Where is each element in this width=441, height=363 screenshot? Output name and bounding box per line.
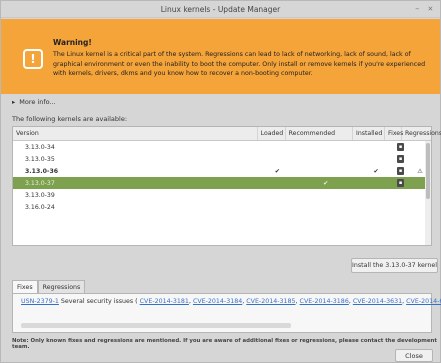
row-version: 3.13.0-37	[25, 179, 55, 187]
table-row[interactable]: 3.16.0-24	[13, 201, 431, 213]
fixes-horizontal-scrollbar[interactable]	[21, 323, 291, 328]
fixes-list-icon: ▪	[397, 167, 405, 175]
header-loaded[interactable]: Loaded	[258, 127, 286, 140]
window-title: Linux kernels - Update Manager	[160, 4, 281, 14]
table-row[interactable]: 3.13.0-34 ▪	[13, 141, 431, 153]
tab-fixes[interactable]: Fixes	[12, 280, 38, 293]
minimize-icon[interactable]: –	[415, 4, 419, 13]
cve-link[interactable]: CVE-2014-3631	[353, 298, 402, 305]
table-row[interactable]: 3.13.0-37 ✔ ▪	[13, 177, 431, 189]
more-info-label: More info...	[19, 98, 56, 106]
installed-check-icon: ✔	[373, 167, 379, 175]
fixes-icon: ▪	[392, 155, 409, 163]
cve-link[interactable]: CVE-2014-6410	[406, 298, 441, 305]
table-row[interactable]: 3.13.0-36 ✔ ✔ ▪ ⚠	[13, 165, 431, 177]
install-kernel-button[interactable]: Install the 3.13.0-37 kernel	[351, 258, 438, 273]
recommended-check-icon: ✔	[323, 179, 329, 187]
header-version[interactable]: Version	[13, 127, 258, 140]
close-icon[interactable]: +	[425, 3, 436, 14]
warning-heading: Warning!	[53, 38, 92, 47]
expander-arrow-icon: ▸	[12, 98, 16, 106]
row-version: 3.13.0-39	[25, 191, 55, 199]
note-text: Note: Only known fixes and regressions a…	[12, 338, 437, 350]
row-version: 3.13.0-36	[25, 167, 59, 175]
fixes-icon: ▪	[392, 143, 409, 151]
fixes-pane: USN-2379-1 Several security issues ( CVE…	[12, 293, 441, 333]
tab-regressions[interactable]: Regressions	[37, 280, 86, 293]
table-row[interactable]: 3.13.0-35 ▪	[13, 153, 431, 165]
warning-body: The Linux kernel is a critical part of t…	[53, 51, 426, 77]
scrollbar-thumb[interactable]	[426, 143, 430, 199]
row-version: 3.13.0-34	[25, 143, 55, 151]
fixes-text: USN-2379-1 Several security issues ( CVE…	[21, 298, 441, 305]
more-info-expander[interactable]: ▸ More info...	[12, 98, 56, 106]
cve-link[interactable]: CVE-2014-3186	[300, 298, 349, 305]
cve-link[interactable]: CVE-2014-3181	[140, 298, 189, 305]
update-manager-window: Linux kernels - Update Manager – + ! War…	[0, 0, 441, 363]
row-version: 3.13.0-35	[25, 155, 55, 163]
fixes-list-icon: ▪	[397, 143, 405, 151]
table-header: Version Loaded Recommended Installed Fix…	[13, 127, 441, 141]
warning-icon: !	[23, 49, 43, 69]
title-bar[interactable]: Linux kernels - Update Manager – +	[1, 1, 440, 18]
header-installed[interactable]: Installed	[353, 127, 385, 140]
cve-link[interactable]: CVE-2014-3184	[193, 298, 242, 305]
header-fixes[interactable]: Fixes	[385, 127, 403, 140]
warning-banner: ! Warning! The Linux kernel is a critica…	[1, 19, 440, 94]
header-regressions[interactable]: Regressions	[402, 127, 441, 140]
fixes-list-icon: ▪	[397, 179, 405, 187]
details-tabs: Fixes Regressions	[12, 280, 86, 293]
fixes-icon: ▪	[392, 179, 409, 187]
header-recommended[interactable]: Recommended	[286, 127, 353, 140]
close-button[interactable]: Close	[395, 349, 433, 362]
cve-link[interactable]: CVE-2014-3185	[246, 298, 295, 305]
row-version: 3.16.0-24	[25, 203, 55, 211]
available-kernels-label: The following kernels are available:	[12, 115, 128, 123]
table-scrollbar[interactable]	[425, 141, 431, 245]
table-row[interactable]: 3.13.0-39	[13, 189, 431, 201]
fix-summary: Several security issues (	[58, 298, 138, 305]
loaded-check-icon: ✔	[274, 167, 280, 175]
fixes-list-icon: ▪	[397, 155, 405, 163]
fixes-icon: ▪	[392, 167, 409, 175]
usn-link[interactable]: USN-2379-1	[21, 298, 59, 305]
kernel-table: Version Loaded Recommended Installed Fix…	[12, 126, 441, 246]
